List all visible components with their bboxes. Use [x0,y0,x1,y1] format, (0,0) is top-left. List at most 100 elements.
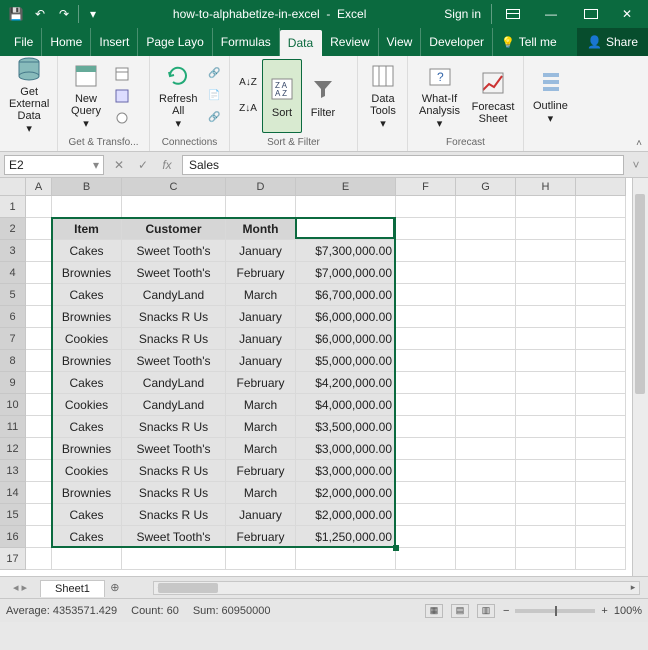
column-header[interactable]: E [296,178,396,196]
data-cell[interactable]: $2,000,000.00 [296,504,396,526]
row-header[interactable]: 14 [0,482,26,504]
empty-cell[interactable] [396,306,456,328]
data-cell[interactable]: CandyLand [122,284,226,306]
outline-button[interactable]: Outline ▾ [528,59,573,133]
filter-button[interactable]: Filter [302,59,344,133]
empty-cell[interactable] [456,328,516,350]
empty-cell[interactable] [26,284,52,306]
data-cell[interactable]: January [226,240,296,262]
tab-insert[interactable]: Insert [91,28,138,56]
empty-cell[interactable] [516,196,576,218]
empty-cell[interactable] [396,504,456,526]
empty-cell[interactable] [396,526,456,548]
row-header[interactable]: 7 [0,328,26,350]
empty-cell[interactable] [122,548,226,570]
empty-cell[interactable] [456,240,516,262]
new-query-button[interactable]: New Query ▾ [62,59,110,133]
data-cell[interactable]: March [226,482,296,504]
empty-cell[interactable] [456,482,516,504]
data-cell[interactable]: Cakes [52,372,122,394]
from-table-icon[interactable] [112,86,132,106]
data-cell[interactable]: $5,000,000.00 [296,350,396,372]
data-cell[interactable]: Cookies [52,394,122,416]
column-header[interactable]: D [226,178,296,196]
empty-cell[interactable] [26,218,52,240]
empty-cell[interactable] [26,482,52,504]
empty-cell[interactable] [516,504,576,526]
row-header[interactable]: 17 [0,548,26,570]
data-cell[interactable]: $6,000,000.00 [296,306,396,328]
data-cell[interactable]: $7,000,000.00 [296,262,396,284]
empty-cell[interactable] [396,350,456,372]
empty-cell[interactable] [396,416,456,438]
empty-cell[interactable] [576,196,626,218]
row-header[interactable]: 5 [0,284,26,306]
tab-developer[interactable]: Developer [421,28,493,56]
empty-cell[interactable] [26,460,52,482]
data-cell[interactable]: Snacks R Us [122,460,226,482]
normal-view-icon[interactable]: ▦ [425,604,443,618]
data-cell[interactable]: $2,000,000.00 [296,482,396,504]
forecast-sheet-button[interactable]: Forecast Sheet [467,59,519,133]
data-cell[interactable]: March [226,284,296,306]
data-cell[interactable]: Cookies [52,328,122,350]
tab-view[interactable]: View [379,28,422,56]
row-header[interactable]: 3 [0,240,26,262]
row-header[interactable]: 2 [0,218,26,240]
empty-cell[interactable] [516,284,576,306]
empty-cell[interactable] [516,350,576,372]
empty-cell[interactable] [516,438,576,460]
empty-cell[interactable] [576,372,626,394]
empty-cell[interactable] [396,284,456,306]
share-button[interactable]: 👤 Share [577,28,648,56]
empty-cell[interactable] [576,350,626,372]
data-cell[interactable]: $3,000,000.00 [296,438,396,460]
data-cell[interactable]: $6,000,000.00 [296,328,396,350]
data-cell[interactable]: January [226,328,296,350]
empty-cell[interactable] [396,394,456,416]
empty-cell[interactable] [396,218,456,240]
column-header[interactable]: B [52,178,122,196]
data-cell[interactable]: Sweet Tooth's [122,438,226,460]
connections-icon[interactable]: 🔗 [205,64,225,84]
edit-links-icon[interactable]: 🔗 [205,108,225,128]
data-cell[interactable]: Sweet Tooth's [122,350,226,372]
page-break-view-icon[interactable]: ▥ [477,604,495,618]
empty-cell[interactable] [576,306,626,328]
empty-cell[interactable] [456,526,516,548]
empty-cell[interactable] [456,416,516,438]
data-cell[interactable]: $7,300,000.00 [296,240,396,262]
undo-icon[interactable]: ↶ [30,4,50,24]
vertical-scrollbar[interactable] [632,178,648,576]
row-header[interactable]: 11 [0,416,26,438]
data-cell[interactable]: Snacks R Us [122,416,226,438]
get-external-data-button[interactable]: Get External Data ▾ [4,59,54,133]
empty-cell[interactable] [456,196,516,218]
tab-formulas[interactable]: Formulas [213,28,280,56]
data-cell[interactable]: $4,200,000.00 [296,372,396,394]
empty-cell[interactable] [26,504,52,526]
data-cell[interactable]: Sales [296,218,396,240]
properties-icon[interactable]: 📄 [205,86,225,106]
tab-home[interactable]: Home [42,28,91,56]
empty-cell[interactable] [576,504,626,526]
data-cell[interactable]: Cookies [52,460,122,482]
qat-customize-icon[interactable]: ▾ [83,4,103,24]
data-cell[interactable]: Snacks R Us [122,306,226,328]
data-cell[interactable]: Month [226,218,296,240]
fx-icon[interactable]: fx [156,155,178,175]
empty-cell[interactable] [576,284,626,306]
data-cell[interactable]: February [226,262,296,284]
data-cell[interactable]: February [226,372,296,394]
sheet-nav[interactable]: ◂ ▸ [0,581,40,594]
data-cell[interactable]: Cakes [52,504,122,526]
empty-cell[interactable] [576,416,626,438]
formula-bar[interactable]: Sales [182,155,624,175]
empty-cell[interactable] [396,482,456,504]
empty-cell[interactable] [516,218,576,240]
empty-cell[interactable] [296,548,396,570]
empty-cell[interactable] [576,438,626,460]
data-tools-button[interactable]: Data Tools ▾ [362,59,404,133]
maximize-icon[interactable] [572,4,606,24]
empty-cell[interactable] [26,306,52,328]
